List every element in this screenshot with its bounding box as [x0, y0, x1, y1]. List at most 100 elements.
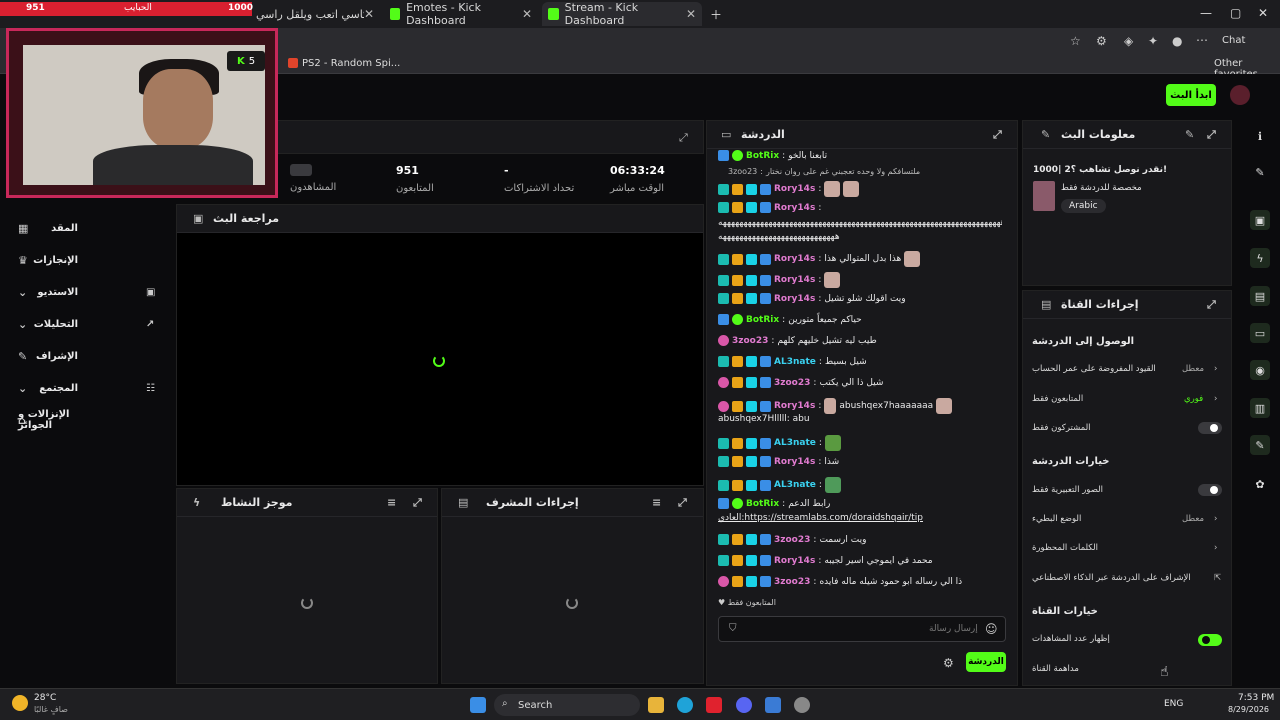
emote	[843, 181, 860, 197]
kick-viewer-count: K5	[227, 51, 265, 71]
bolt-icon[interactable]: ϟ	[1250, 248, 1270, 268]
youtube-icon[interactable]	[706, 697, 722, 713]
filter-icon[interactable]: ≡	[652, 496, 661, 509]
window-close-icon[interactable]: ✕	[1258, 6, 1268, 20]
setting-row[interactable]: مداهمة القناة	[1032, 660, 1222, 678]
profile-icon[interactable]: ●	[1172, 34, 1182, 48]
expand-icon[interactable]: ⤢	[1207, 298, 1216, 312]
settings-icon[interactable]: ⚙	[943, 656, 954, 670]
community-icon: ☷	[146, 382, 155, 394]
go-live-button[interactable]: ابدأ البث	[1166, 84, 1216, 106]
kick-icon	[548, 8, 559, 20]
chevron-down-icon: ⌄	[18, 317, 28, 331]
chat-icon: ▭	[721, 128, 732, 141]
edge-icon[interactable]	[677, 697, 693, 713]
panel-title: موجز النشاط	[221, 496, 293, 509]
maximize-icon[interactable]: ▢	[1230, 6, 1241, 20]
target-icon[interactable]: ◉	[1250, 360, 1270, 380]
windows-start-icon[interactable]	[470, 697, 486, 713]
chat-send-button[interactable]: الدردشة	[966, 652, 1006, 672]
emoji-icon[interactable]: ☺	[985, 622, 998, 636]
panel-header: ✎ معلومات البث ✎ ⤢	[1023, 121, 1231, 149]
sidebar-item-achievements[interactable]: ♛ الإنجازات	[18, 250, 158, 270]
setting-row[interactable]: الإشراف على الدردشة عبر الذكاء الاصطناعي…	[1032, 569, 1222, 587]
browser-tab[interactable]: Emotes - Kick Dashboard ✕	[384, 1, 538, 27]
file-explorer-icon[interactable]	[648, 697, 664, 713]
setting-row[interactable]: الوضع البطيء معطل ›	[1032, 510, 1222, 528]
clock-date[interactable]: 8/29/2026	[1228, 705, 1269, 714]
edit-icon[interactable]: ✎	[1250, 162, 1270, 182]
setting-row[interactable]: المتابعون فقط فوري ›	[1032, 390, 1222, 408]
obs-icon[interactable]	[794, 697, 810, 713]
section-chat-access: الوصول إلى الدردشة	[1032, 336, 1135, 347]
emotes-only-toggle[interactable]	[1198, 484, 1222, 496]
show-viewers-toggle[interactable]	[1198, 634, 1222, 646]
close-icon[interactable]: ✕	[686, 7, 696, 21]
app-icon[interactable]	[765, 697, 781, 713]
clock-time[interactable]: 7:53 PM	[1238, 693, 1274, 703]
minimize-icon[interactable]: —	[1200, 6, 1212, 20]
filter-icon[interactable]: ≡	[387, 496, 396, 509]
streamer-face	[143, 69, 213, 149]
taskbar-search[interactable]: ⌕ Search	[494, 694, 640, 716]
video-icon[interactable]: ▣	[1250, 210, 1270, 230]
weather-icon	[12, 695, 28, 711]
expand-icon[interactable]: ⤢	[678, 496, 687, 510]
close-icon[interactable]: ✕	[364, 7, 374, 21]
browser-tab-active[interactable]: Stream - Kick Dashboard ✕	[542, 1, 702, 27]
copilot-chat[interactable]: Chat	[1222, 35, 1245, 46]
bookmark-item[interactable]: PS2 - Random Spi...	[302, 58, 400, 69]
sidebar-item-analytics[interactable]: ⌄ التحليلات ↗	[18, 314, 158, 334]
sidebar-item-moderation[interactable]: ✎ الإشراف	[18, 346, 158, 366]
analytics-icon: ↗	[146, 318, 155, 330]
activity-feed-panel: ϟ موجز النشاط ≡ ⤢	[176, 488, 438, 684]
chat-input[interactable]: ⛉ إرسال رسالة ☺	[718, 616, 1006, 642]
expand-icon[interactable]: ⤢	[993, 128, 1002, 142]
sidebar-item-drops[interactable]: ⌂ الإنزالات و الجوائز	[18, 409, 158, 431]
extension-icon[interactable]: ⚙	[1096, 34, 1107, 48]
sidebar-item-community[interactable]: ⌄ المجتمع ☷	[18, 378, 158, 398]
panel-header: ▤ إجراءات القناة ⤢	[1023, 291, 1231, 319]
setting-row[interactable]: القيود المفروضة على عمر الحساب معطل ›	[1032, 360, 1222, 378]
palette-icon[interactable]: ✿	[1250, 474, 1270, 494]
language-indicator[interactable]: ENG	[1164, 699, 1183, 709]
sidebar-item-studio[interactable]: ⌄ الاستديو ▣	[18, 282, 158, 302]
browser-tab[interactable]: اضرب ازيد يكاسي اتعب ويلقل راسي✕	[250, 2, 380, 26]
edit-icon[interactable]: ✎	[1185, 128, 1194, 141]
right-icon-rail: ℹ ✎ ▣ ϟ ▤ ▭ ◉ ▥ ✎ ✿	[1240, 118, 1280, 688]
avatar[interactable]	[1230, 85, 1250, 105]
expand-icon[interactable]: ⤢	[1207, 128, 1216, 142]
channel-icon[interactable]: ▥	[1250, 398, 1270, 418]
new-tab-icon[interactable]: ＋	[710, 6, 722, 23]
shield-icon[interactable]: ◈	[1124, 34, 1133, 48]
favorites-icon[interactable]: ✦	[1148, 34, 1158, 48]
panel-header: ▭ الدردشة ⤢	[707, 121, 1017, 149]
expand-icon[interactable]: ⤢	[413, 496, 422, 510]
info-icon[interactable]: ℹ	[1250, 126, 1270, 146]
stat-label: تحداد الاشتراكات	[504, 183, 575, 194]
subscribers-only-toggle[interactable]	[1198, 422, 1222, 434]
close-icon[interactable]: ✕	[522, 7, 532, 21]
language-tag: Arabic	[1061, 199, 1106, 213]
wrench-icon[interactable]: ✎	[1250, 435, 1270, 455]
stat-label: المشاهدون	[290, 182, 337, 193]
loading-spinner	[301, 597, 313, 609]
setting-row[interactable]: الكلمات المحظورة ›	[1032, 539, 1222, 557]
shield-icon[interactable]: ⛉	[729, 623, 737, 634]
star-icon[interactable]: ☆	[1070, 34, 1081, 48]
more-icon[interactable]: ⋯	[1196, 33, 1208, 47]
emote	[824, 435, 841, 451]
discord-icon[interactable]	[736, 697, 752, 713]
stream-info-panel: ✎ معلومات البث ✎ ⤢ نقدر نوصل تشاهب ؟2 |1000…	[1022, 120, 1232, 286]
chevron-down-icon: ⌄	[18, 381, 28, 395]
tip-link[interactable]: العادي:https://streamlabs.com/doraidshqa…	[718, 513, 923, 523]
weather-desc: صافٍ غالبًا	[34, 705, 68, 714]
chat-icon[interactable]: ▭	[1250, 323, 1270, 343]
sidebar-item-store[interactable]: ▦ المقد	[18, 218, 158, 238]
panel-title: معلومات البث	[1061, 128, 1136, 141]
expand-icon[interactable]: ⤢	[679, 131, 688, 145]
loading-spinner	[566, 597, 578, 609]
gift-icon: ⌂	[18, 413, 26, 427]
list-icon[interactable]: ▤	[1250, 286, 1270, 306]
kick-icon	[390, 8, 401, 20]
